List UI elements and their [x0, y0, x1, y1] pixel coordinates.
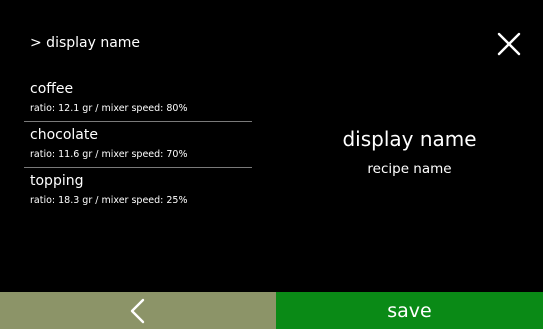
ingredient-detail: ratio: 12.1 gr / mixer speed: 80%: [30, 103, 188, 114]
ingredient-name: topping: [30, 173, 84, 189]
ingredient-item-chocolate[interactable]: chocolate ratio: 11.6 gr / mixer speed: …: [24, 122, 252, 168]
ingredient-detail: ratio: 18.3 gr / mixer speed: 25%: [30, 195, 188, 206]
close-button[interactable]: [495, 30, 523, 58]
bottom-bar: save: [0, 292, 543, 329]
chevron-left-icon: [130, 298, 145, 323]
ingredient-name: coffee: [30, 81, 74, 97]
breadcrumb: > display name: [30, 35, 141, 51]
ingredient-item-coffee[interactable]: coffee ratio: 12.1 gr / mixer speed: 80%: [24, 76, 252, 122]
ingredient-detail: ratio: 11.6 gr / mixer speed: 70%: [30, 149, 188, 160]
close-icon: [497, 32, 521, 56]
ingredient-list: coffee ratio: 12.1 gr / mixer speed: 80%…: [24, 76, 252, 214]
ingredient-item-topping[interactable]: topping ratio: 18.3 gr / mixer speed: 25…: [24, 168, 252, 214]
display-name-panel: display name recipe name: [276, 126, 543, 178]
panel-subtitle: recipe name: [367, 161, 452, 177]
ingredient-name: chocolate: [30, 127, 98, 143]
save-button[interactable]: save: [276, 292, 543, 329]
screen: > display name coffee ratio: 12.1 gr / m…: [0, 0, 543, 329]
back-button[interactable]: [0, 292, 276, 329]
panel-title: display name: [342, 127, 477, 151]
